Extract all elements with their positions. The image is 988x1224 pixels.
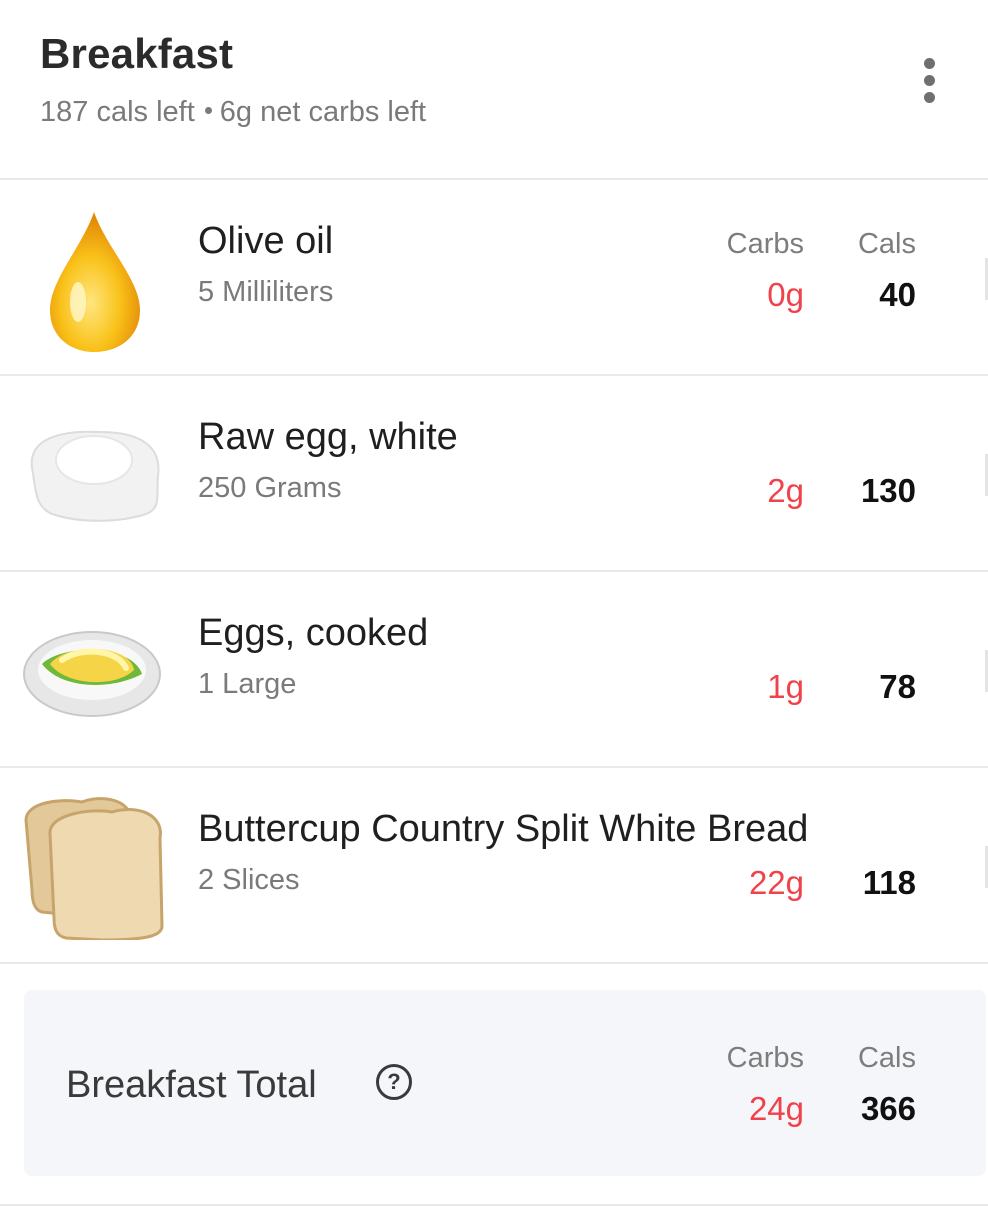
help-icon[interactable]: ? [376,1064,412,1100]
olive-oil-drop-icon [22,202,172,352]
food-item[interactable]: Buttercup Country Split White Bread 2 Sl… [0,768,988,964]
meal-card: Breakfast 187 cals left 6g net carbs left [0,0,988,1224]
more-options-icon[interactable] [912,58,946,108]
food-item[interactable]: Olive oil 5 Milliliters Carbs Cals 0g 40 [0,180,988,376]
meal-header: Breakfast 187 cals left 6g net carbs left [0,0,988,180]
meal-title: Breakfast [40,30,234,77]
meal-total-label: Breakfast Total [66,1064,317,1106]
cals-column-header: Cals [857,228,916,260]
cals-left: 187 cals left [40,96,195,128]
bread-slices-icon [22,790,172,942]
food-name: Olive oil [198,220,334,262]
total-cals-header: Cals [857,1042,916,1074]
food-cals: 40 [879,276,916,313]
food-quantity: 250 Grams [198,472,342,504]
total-carbs-header: Carbs [726,1042,804,1074]
food-item[interactable]: Raw egg, white 250 Grams 2g 130 [0,376,988,572]
food-carbs: 22g [748,864,804,901]
food-name: Raw egg, white [198,416,458,458]
omelette-plate-icon [22,594,172,744]
egg-white-icon [22,398,172,548]
total-cals: 366 [860,1090,916,1127]
meal-total-panel: Breakfast Total ? Carbs Cals 24g 366 [24,990,986,1176]
food-quantity: 5 Milliliters [198,276,334,308]
carbs-column-header: Carbs [726,228,804,260]
food-name: Eggs, cooked [198,612,429,654]
meal-remaining: 187 cals left 6g net carbs left [40,96,426,129]
food-name: Buttercup Country Split White Bread [198,808,809,850]
food-cals: 118 [862,864,916,901]
food-item[interactable]: Eggs, cooked 1 Large 1g 78 [0,572,988,768]
total-carbs: 24g [748,1090,804,1127]
food-quantity: 2 Slices [198,864,300,896]
food-carbs: 1g [767,668,804,705]
divider [0,1204,988,1206]
carbs-left: 6g net carbs left [219,96,427,128]
separator-dot [204,106,212,114]
food-cals: 130 [860,472,916,509]
food-cals: 78 [879,668,916,705]
food-carbs: 2g [767,472,804,509]
food-quantity: 1 Large [198,668,297,700]
food-carbs: 0g [767,276,804,313]
